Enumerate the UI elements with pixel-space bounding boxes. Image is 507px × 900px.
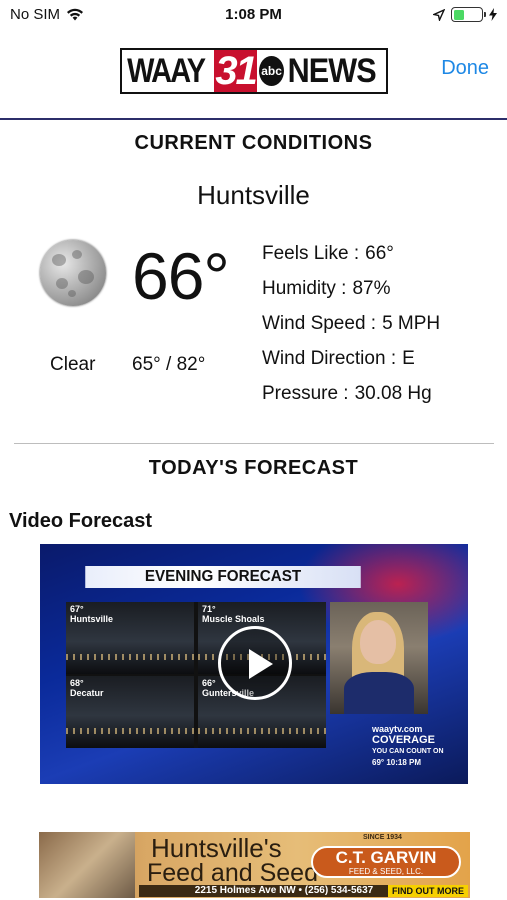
advertisement-banner[interactable]: Huntsville's Feed and Seed SINCE 1934 C.… bbox=[39, 832, 470, 898]
video-forecast-thumbnail[interactable]: EVENING FORECAST 67° Huntsville 71° Muscle… bbox=[40, 544, 468, 784]
detail-wind-direction: Wind Direction :E bbox=[262, 348, 415, 369]
logo-waay: WAAY bbox=[127, 51, 206, 90]
ad-brand-badge: C.T. GARVIN FEED & SEED, LLC. bbox=[311, 846, 461, 878]
video-side-info: waaytv.com COVERAGE YOU CAN COUNT ON 69°… bbox=[372, 724, 444, 767]
condition-text: Clear bbox=[50, 354, 96, 375]
todays-forecast-heading: TODAY'S FORECAST bbox=[148, 457, 359, 479]
nav-bar: WAAY 31 abc NEWS Done bbox=[0, 30, 507, 120]
logo-31: 31 bbox=[214, 49, 258, 93]
done-button[interactable]: Done bbox=[441, 57, 489, 80]
section-divider bbox=[14, 443, 494, 444]
hi-lo-temperature: 65° / 82° bbox=[132, 354, 206, 375]
status-right bbox=[433, 7, 497, 22]
conditions-details: Feels Like :66° Humidity :87% Wind Speed… bbox=[262, 236, 440, 411]
detail-wind-speed: Wind Speed :5 MPH bbox=[262, 313, 441, 334]
anchor-image bbox=[330, 602, 428, 714]
detail-feels-like: Feels Like :66° bbox=[262, 243, 394, 264]
current-temperature: 66° bbox=[132, 239, 230, 313]
ad-headline-1: Huntsville's bbox=[151, 833, 282, 863]
video-banner: EVENING FORECAST bbox=[85, 566, 361, 588]
ad-headline-2: Feed and Seed bbox=[147, 859, 318, 887]
ad-address: 2215 Holmes Ave NW • (256) 534-5637 bbox=[139, 885, 429, 897]
detail-humidity: Humidity :87% bbox=[262, 278, 391, 299]
ad-since: SINCE 1934 bbox=[363, 834, 402, 841]
camera-feed: 68° Decatur bbox=[66, 676, 194, 748]
location-arrow-icon bbox=[433, 8, 445, 21]
logo-news: NEWS bbox=[287, 51, 377, 90]
battery-icon bbox=[451, 7, 486, 22]
abc-logo-icon: abc bbox=[259, 56, 284, 86]
ad-find-out-more[interactable]: FIND OUT MORE bbox=[388, 885, 468, 897]
ad-photo bbox=[39, 832, 135, 898]
camera-feed: 67° Huntsville bbox=[66, 602, 194, 674]
charging-bolt-icon bbox=[489, 8, 497, 21]
station-logo: WAAY 31 abc NEWS bbox=[120, 48, 388, 94]
play-icon[interactable] bbox=[218, 626, 292, 700]
detail-pressure: Pressure :30.08 Hg bbox=[262, 383, 432, 404]
current-conditions-heading: CURRENT CONDITIONS bbox=[134, 132, 373, 154]
status-time: 1:08 PM bbox=[225, 6, 282, 23]
moon-icon bbox=[40, 240, 106, 306]
city-name: Huntsville bbox=[197, 180, 310, 210]
status-bar: No SIM 1:08 PM bbox=[0, 0, 507, 30]
video-forecast-label: Video Forecast bbox=[9, 510, 153, 532]
